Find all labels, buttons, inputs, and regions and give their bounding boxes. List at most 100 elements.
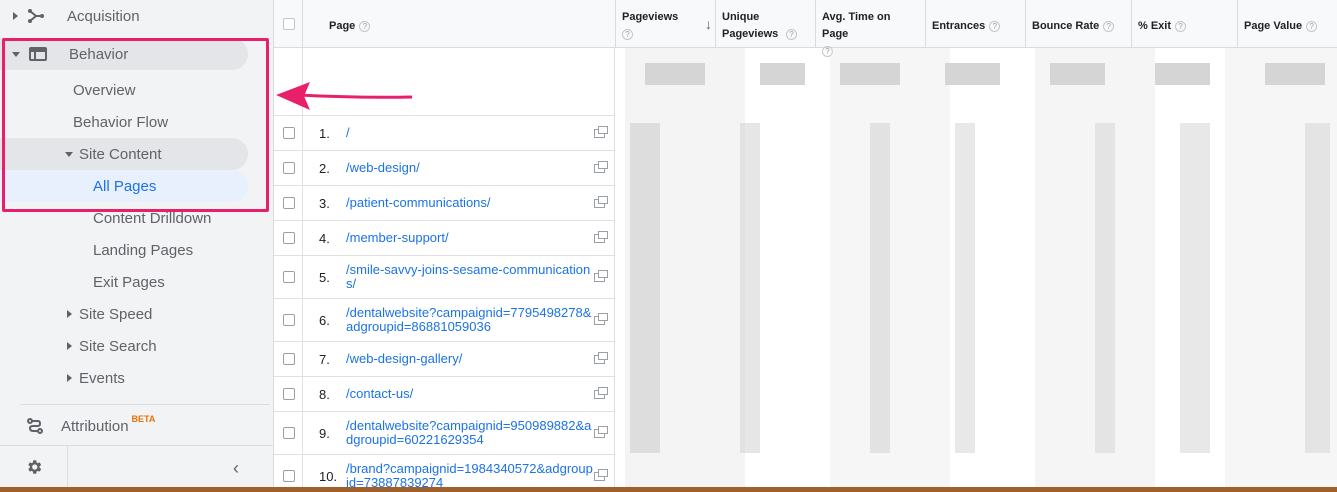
sidebar-item-attribution[interactable]: Attribution BETA xyxy=(0,410,248,442)
table-row: 3. /patient-communications/ xyxy=(274,186,615,221)
page-link[interactable]: /web-design-gallery/ xyxy=(346,352,594,366)
chevron-left-icon[interactable]: ‹ xyxy=(233,458,239,479)
column-header-avg-time[interactable]: Avg. Time on Page ? xyxy=(815,0,925,57)
column-label: % Exit xyxy=(1138,20,1172,32)
row-checkbox[interactable] xyxy=(283,353,295,365)
attribution-icon xyxy=(27,418,43,434)
row-checkbox[interactable] xyxy=(283,162,295,174)
row-checkbox[interactable] xyxy=(283,127,295,139)
column-label: Unique Pageviews xyxy=(722,11,779,40)
column-header-unique-pageviews[interactable]: Unique Pageviews? xyxy=(715,0,815,48)
help-icon[interactable]: ? xyxy=(786,28,797,40)
page-link[interactable]: /web-design/ xyxy=(346,161,594,175)
page-link[interactable]: /contact-us/ xyxy=(346,387,594,401)
table-row: 6. /dentalwebsite?campaignid=7795498278&… xyxy=(274,299,615,342)
table-row: 7. /web-design-gallery/ xyxy=(274,342,615,377)
table-row: 10. /brand?campaignid=1984340572&adgroup… xyxy=(274,455,615,487)
sidebar-item-acquisition[interactable]: Acquisition xyxy=(0,0,270,32)
sidebar-item-content-drilldown[interactable]: Content Drilldown xyxy=(0,202,248,234)
table-row: 4. /member-support/ xyxy=(274,221,615,256)
sidebar-item-label: All Pages xyxy=(93,177,157,195)
sidebar-item-label: Content Drilldown xyxy=(93,209,212,227)
sort-desc-icon[interactable]: ↓ xyxy=(705,16,712,33)
column-header-page[interactable]: Page? xyxy=(302,0,615,48)
table-row: 2. /web-design/ xyxy=(274,151,615,186)
open-external-icon[interactable] xyxy=(594,231,608,243)
row-checkbox[interactable] xyxy=(283,427,295,439)
redacted-metrics xyxy=(615,48,1337,487)
page-link[interactable]: / xyxy=(346,126,594,140)
sidebar-item-label: Landing Pages xyxy=(93,241,194,259)
sidebar-item-behavior-flow[interactable]: Behavior Flow xyxy=(0,106,248,138)
analytics-app: Acquisition Behavior Overview Behavior F… xyxy=(0,0,1337,487)
row-index: 10. xyxy=(319,469,338,484)
page-link[interactable]: /dentalwebsite?campaignid=7795498278&adg… xyxy=(346,306,594,334)
page-link[interactable]: /patient-communications/ xyxy=(346,196,594,210)
help-icon[interactable]: ? xyxy=(1306,20,1318,32)
open-external-icon[interactable] xyxy=(594,387,608,399)
row-checkbox[interactable] xyxy=(283,197,295,209)
page-link[interactable]: /member-support/ xyxy=(346,231,594,245)
column-header-page-value[interactable]: Page Value? xyxy=(1237,0,1337,48)
row-checkbox[interactable] xyxy=(283,232,295,244)
page-link[interactable]: /dentalwebsite?campaignid=950989882&adgr… xyxy=(346,419,594,447)
row-checkbox[interactable] xyxy=(283,388,295,400)
caret-right-icon xyxy=(67,342,72,350)
sidebar-item-landing-pages[interactable]: Landing Pages xyxy=(0,234,248,266)
column-header-entrances[interactable]: Entrances? xyxy=(925,0,1025,48)
sidebar-item-behavior[interactable]: Behavior xyxy=(0,38,248,70)
help-icon[interactable]: ? xyxy=(1103,20,1115,32)
open-external-icon[interactable] xyxy=(594,161,608,173)
help-icon[interactable]: ? xyxy=(622,28,633,40)
help-icon[interactable]: ? xyxy=(989,20,1001,32)
sidebar-item-exit-pages[interactable]: Exit Pages xyxy=(0,266,248,298)
column-header-exit[interactable]: % Exit? xyxy=(1131,0,1237,48)
column-label: Pageviews xyxy=(622,11,679,23)
sidebar-item-label: Site Speed xyxy=(79,305,153,323)
help-icon[interactable]: ? xyxy=(1175,20,1187,32)
row-checkbox[interactable] xyxy=(283,271,295,283)
sidebar-nav: Acquisition Behavior Overview Behavior F… xyxy=(0,0,274,487)
sidebar-item-label: Acquisition xyxy=(67,7,140,25)
column-header-pageviews[interactable]: Pageviews ↓ ? xyxy=(615,0,715,48)
sidebar-item-all-pages[interactable]: All Pages xyxy=(0,170,248,202)
table-row: 5. /smile-savvy-joins-sesame-communicati… xyxy=(274,256,615,299)
sidebar-item-site-content[interactable]: Site Content xyxy=(0,138,248,170)
open-external-icon[interactable] xyxy=(594,352,608,364)
open-external-icon[interactable] xyxy=(594,313,608,325)
column-label: Page xyxy=(329,20,356,32)
open-external-icon[interactable] xyxy=(594,270,608,282)
sidebar-item-label: Behavior xyxy=(69,45,129,63)
column-header-bounce-rate[interactable]: Bounce Rate? xyxy=(1025,0,1131,48)
caret-right-icon xyxy=(13,12,18,20)
open-external-icon[interactable] xyxy=(594,196,608,208)
behavior-icon xyxy=(29,47,47,61)
sidebar-item-site-search[interactable]: Site Search xyxy=(0,330,248,362)
table-header: Page? Pageviews ↓ ? Unique Pageviews? Av… xyxy=(274,0,1337,57)
sidebar-item-label: Site Content xyxy=(79,145,162,163)
select-all-checkbox[interactable] xyxy=(283,18,295,30)
row-checkbox[interactable] xyxy=(283,314,295,326)
row-index: 2. xyxy=(319,161,330,176)
beta-badge: BETA xyxy=(131,414,156,424)
table-row: 8. /contact-us/ xyxy=(274,377,615,412)
row-checkbox[interactable] xyxy=(283,470,295,482)
sidebar-item-events[interactable]: Events xyxy=(0,362,248,394)
help-icon[interactable]: ? xyxy=(359,20,371,32)
page-link[interactable]: /smile-savvy-joins-sesame-communications… xyxy=(346,263,594,291)
acquisition-icon xyxy=(28,9,44,23)
sidebar-item-overview[interactable]: Overview xyxy=(0,74,248,106)
column-label: Page Value xyxy=(1244,20,1303,32)
row-index: 5. xyxy=(319,270,330,285)
page-link[interactable]: /brand?campaignid=1984340572&adgroupid=7… xyxy=(346,462,594,488)
sidebar-item-label: Events xyxy=(79,369,125,387)
sidebar-divider xyxy=(20,404,270,405)
sidebar-item-site-speed[interactable]: Site Speed xyxy=(0,298,248,330)
open-external-icon[interactable] xyxy=(594,426,608,438)
open-external-icon[interactable] xyxy=(594,469,608,481)
open-external-icon[interactable] xyxy=(594,126,608,138)
table-row: 1. / xyxy=(274,116,615,151)
sidebar-item-label: Overview xyxy=(73,81,136,99)
settings-button[interactable] xyxy=(0,446,68,487)
column-label: Entrances xyxy=(932,20,986,32)
